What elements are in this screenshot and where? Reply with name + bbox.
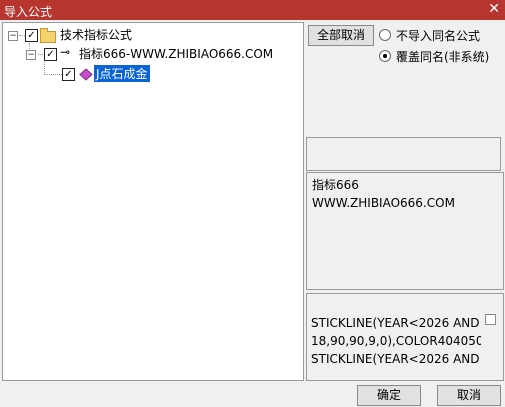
description-line-1: 指标666 <box>312 178 359 192</box>
code-panel[interactable]: STICKLINE(YEAR<2026 AND 18,90,90,9,0),CO… <box>306 293 504 381</box>
group-checkbox[interactable]: ✓ <box>44 48 57 61</box>
item-checkbox[interactable]: ✓ <box>62 68 75 81</box>
info-panel <box>306 137 501 171</box>
code-line-1: STICKLINE(YEAR<2026 AND <box>311 316 480 330</box>
formula-icon <box>79 68 93 81</box>
folder-icon <box>40 28 56 43</box>
radio-overwrite-label[interactable]: 覆盖同名(非系统) <box>396 48 489 65</box>
tree-root-label[interactable]: 技术指标公式 <box>60 26 132 43</box>
description-line-2: WWW.ZHIBIAO666.COM <box>312 196 455 210</box>
code-text[interactable]: STICKLINE(YEAR<2026 AND 18,90,90,9,0),CO… <box>311 314 481 380</box>
group-expander-icon[interactable]: − <box>26 50 36 60</box>
key-icon: ⊸ <box>60 45 71 59</box>
tree-group-label[interactable]: 指标666-WWW.ZHIBIAO666.COM <box>79 45 273 62</box>
description-panel: 指标666 WWW.ZHIBIAO666.COM <box>306 172 504 290</box>
formula-tree[interactable]: − ✓ 技术指标公式 − ✓ ⊸ 指标666-WWW.ZHIBIAO666.CO… <box>2 22 304 381</box>
root-checkbox[interactable]: ✓ <box>25 29 38 42</box>
radio-no-import[interactable] <box>379 29 391 41</box>
code-line-2: 18,90,90,9,0),COLOR404050; <box>311 334 481 348</box>
cancel-all-button[interactable]: 全部取消 <box>308 25 374 46</box>
wrap-checkbox[interactable] <box>485 314 496 325</box>
close-icon[interactable]: ✕ <box>488 1 500 17</box>
cancel-button[interactable]: 取消 <box>437 385 501 406</box>
radio-overwrite[interactable] <box>379 50 391 62</box>
title-bar: 导入公式 ✕ <box>0 0 505 20</box>
window-title: 导入公式 <box>4 5 53 19</box>
root-expander-icon[interactable]: − <box>8 31 18 41</box>
code-line-3: STICKLINE(YEAR<2026 AND <box>311 352 480 366</box>
tree-item-label[interactable]: J点石成金 <box>94 65 150 82</box>
ok-button[interactable]: 确定 <box>357 385 421 406</box>
description-text: 指标666 WWW.ZHIBIAO666.COM <box>312 176 455 212</box>
radio-no-import-label[interactable]: 不导入同名公式 <box>396 27 480 44</box>
tree-connector <box>44 74 62 75</box>
